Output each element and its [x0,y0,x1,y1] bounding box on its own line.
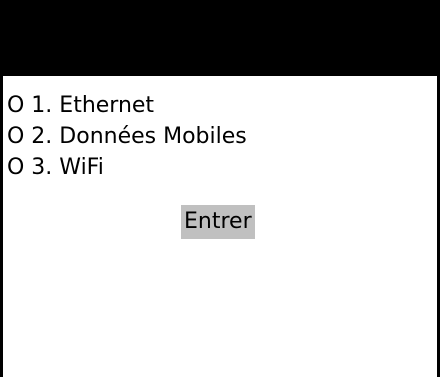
enter-button[interactable]: Entrer [181,205,255,239]
header-bar [3,0,437,76]
network-selection-screen: O 1. Ethernet O 2. Données Mobiles O 3. … [0,0,440,377]
network-option-ethernet[interactable]: O 1. Ethernet [7,90,247,121]
network-option-mobile-data[interactable]: O 2. Données Mobiles [7,121,247,152]
network-options-list: O 1. Ethernet O 2. Données Mobiles O 3. … [7,90,247,183]
network-option-wifi[interactable]: O 3. WiFi [7,152,247,183]
